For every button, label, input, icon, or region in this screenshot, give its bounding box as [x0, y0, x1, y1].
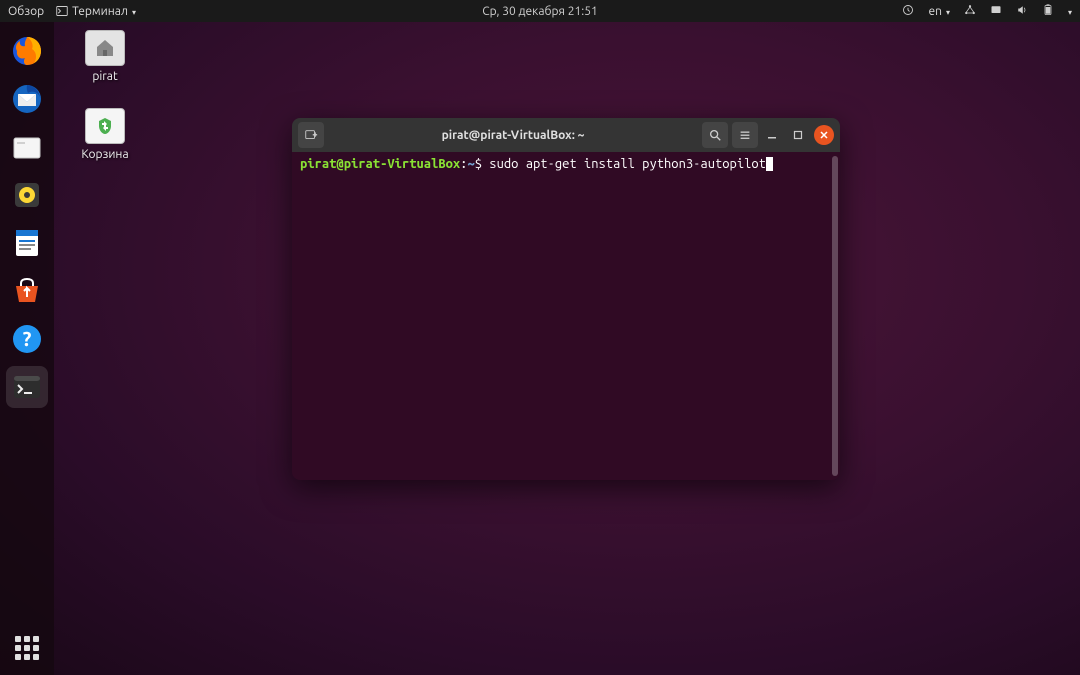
command-text: sudo apt-get install python3-autopilot: [489, 157, 766, 171]
dock: ?: [0, 22, 54, 675]
prompt-host: pirat-VirtualBox: [344, 157, 460, 171]
chevron-down-icon: ▾: [946, 8, 950, 17]
terminal-scrollbar[interactable]: [832, 156, 838, 476]
firefox-icon: [10, 34, 44, 68]
writer-icon: [10, 226, 44, 260]
cursor: [766, 157, 773, 171]
dock-terminal[interactable]: [6, 366, 48, 408]
thunderbird-icon: [10, 82, 44, 116]
battery-icon[interactable]: [1042, 4, 1054, 19]
help-icon: ?: [10, 322, 44, 356]
update-icon[interactable]: [902, 4, 914, 19]
hamburger-menu-button[interactable]: [732, 122, 758, 148]
terminal-titlebar[interactable]: pirat@pirat-VirtualBox: ~: [292, 118, 840, 152]
terminal-icon: [10, 370, 44, 404]
network-icon[interactable]: [964, 4, 976, 19]
search-icon: [708, 128, 722, 142]
close-icon: [819, 130, 829, 140]
terminal-body[interactable]: pirat@pirat-VirtualBox:~$ sudo apt-get i…: [292, 152, 840, 480]
apps-grid-icon: [15, 636, 39, 660]
dock-thunderbird[interactable]: [6, 78, 48, 120]
dock-software[interactable]: [6, 270, 48, 312]
clock[interactable]: Ср, 30 декабря 21:51: [482, 5, 598, 18]
new-tab-icon: [304, 128, 318, 142]
desktop-trash-label: Корзина: [70, 148, 140, 161]
new-tab-button[interactable]: [298, 122, 324, 148]
prompt-path: ~: [467, 157, 474, 171]
speaker-icon: [10, 178, 44, 212]
software-icon: [10, 274, 44, 308]
dock-writer[interactable]: [6, 222, 48, 264]
volume-icon[interactable]: [1016, 4, 1028, 19]
close-button[interactable]: [814, 125, 834, 145]
hamburger-icon: [738, 128, 752, 142]
trash-icon: [85, 108, 125, 144]
maximize-icon: [793, 130, 803, 140]
activities-button[interactable]: Обзор: [8, 5, 44, 18]
home-folder-icon: [85, 30, 125, 66]
vm-icon[interactable]: [990, 4, 1002, 19]
svg-text:?: ?: [23, 327, 32, 350]
minimize-icon: [767, 130, 777, 140]
files-icon: [10, 130, 44, 164]
app-menu-label: Терминал: [72, 5, 128, 18]
minimize-button[interactable]: [762, 125, 782, 145]
dock-files[interactable]: [6, 126, 48, 168]
terminal-indicator-icon: [56, 5, 68, 17]
app-menu[interactable]: Терминал ▾: [56, 5, 136, 18]
dock-firefox[interactable]: [6, 30, 48, 72]
top-bar: Обзор Терминал ▾ Ср, 30 декабря 21:51 en…: [0, 0, 1080, 22]
dock-rhythmbox[interactable]: [6, 174, 48, 216]
keyboard-layout[interactable]: en ▾: [928, 5, 950, 18]
show-applications[interactable]: [6, 633, 48, 675]
maximize-button[interactable]: [788, 125, 808, 145]
chevron-down-icon: ▾: [132, 8, 136, 17]
search-button[interactable]: [702, 122, 728, 148]
desktop-home-label: pirat: [70, 70, 140, 83]
terminal-title: pirat@pirat-VirtualBox: ~: [328, 129, 698, 142]
desktop-home-folder[interactable]: pirat: [70, 30, 140, 83]
dock-help[interactable]: ?: [6, 318, 48, 360]
terminal-window: pirat@pirat-VirtualBox: ~ pirat@pirat-Vi…: [292, 118, 840, 480]
system-menu-chevron-icon[interactable]: ▾: [1068, 8, 1072, 17]
prompt-user: pirat: [300, 157, 336, 171]
desktop-trash[interactable]: Корзина: [70, 108, 140, 161]
